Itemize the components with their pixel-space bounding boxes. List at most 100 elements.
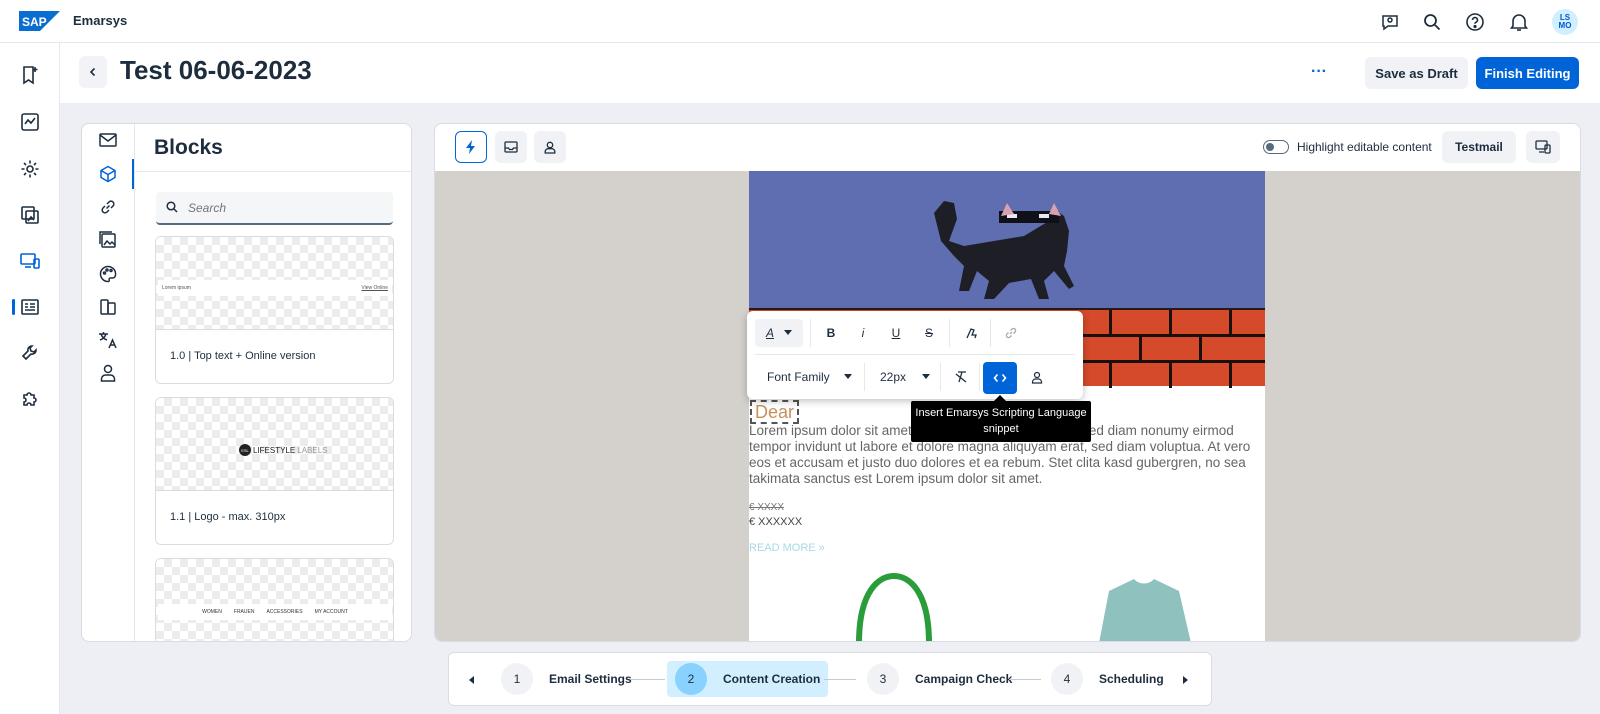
step-number: 3: [867, 663, 899, 695]
logo-thumb: ESL LIFESTYLE LABELS: [239, 444, 328, 456]
step-connector: [631, 679, 665, 680]
link-icon[interactable]: [96, 195, 120, 219]
text-color-button[interactable]: A: [755, 319, 803, 347]
personalization-button[interactable]: [1023, 363, 1051, 391]
form-icon[interactable]: [18, 295, 42, 319]
strikethrough-button[interactable]: S: [915, 319, 943, 347]
caret-down-icon: [784, 330, 792, 335]
clear-format-button[interactable]: [947, 363, 975, 391]
block-card[interactable]: Lorem ipsum View Online 1.0 | Top text +…: [155, 236, 394, 384]
caret-down-icon: [843, 374, 852, 379]
rich-text-toolbar: A B i U S Font Family 22px: [747, 311, 1083, 399]
format-painter-icon: [966, 328, 977, 339]
caret-down-icon: [922, 374, 931, 379]
preview-button[interactable]: [1526, 131, 1560, 163]
person-icon[interactable]: [96, 361, 120, 385]
blocks-panel: Blocks Lorem ipsum View Online 1.0 | Top…: [81, 123, 412, 642]
logo-text: LIFESTYLE: [253, 445, 296, 455]
thumb-link: View Online: [361, 285, 388, 291]
text-color-glyph: A: [765, 326, 774, 340]
chat-icon[interactable]: [1378, 10, 1402, 34]
block-card[interactable]: ESL LIFESTYLE LABELS 1.1 | Logo - max. 31…: [155, 397, 394, 545]
lightning-icon: [466, 140, 475, 154]
search-input[interactable]: [188, 198, 383, 218]
analytics-icon[interactable]: [18, 110, 42, 134]
wrench-icon[interactable]: [18, 341, 42, 365]
font-size-select[interactable]: 22px: [880, 363, 940, 391]
read-more-link[interactable]: READ MORE »: [749, 542, 825, 554]
translate-icon[interactable]: [96, 328, 120, 352]
search-icon: [166, 201, 178, 213]
bell-icon[interactable]: [1507, 10, 1531, 34]
person-button[interactable]: [534, 131, 566, 163]
menu-thumb: WOMEN FRAUEN ACCESSORIES MY ACCOUNT: [158, 604, 392, 620]
page-header: Test 06-06-2023 ··· Save as Draft Finish…: [60, 43, 1600, 103]
cube-icon[interactable]: [96, 162, 120, 186]
menu-thumb-item: MY ACCOUNT: [314, 609, 348, 615]
new-price[interactable]: € XXXXXX: [749, 516, 802, 528]
underline-button[interactable]: U: [882, 319, 910, 347]
format-painter-button[interactable]: [957, 319, 985, 347]
step-content-creation[interactable]: 2 Content Creation: [667, 661, 829, 697]
insert-esl-snippet-button[interactable]: [983, 362, 1017, 394]
menu-thumb-item: WOMEN: [202, 609, 222, 615]
bold-button[interactable]: B: [817, 319, 845, 347]
sap-logo[interactable]: SAP: [19, 11, 60, 31]
old-price[interactable]: € XXXX: [749, 502, 784, 513]
block-thumbnail: Lorem ipsum View Online: [156, 237, 393, 330]
thumb-strip: Lorem ipsum View Online: [158, 280, 392, 296]
step-scheduling[interactable]: 4 Scheduling: [1043, 661, 1172, 697]
step-label: Email Settings: [549, 672, 632, 686]
layout-icon[interactable]: [96, 295, 120, 319]
palette-icon[interactable]: [96, 262, 120, 286]
dear-text[interactable]: Dear: [750, 400, 800, 424]
logo-mark: ESL: [239, 444, 251, 456]
blocks-divider: [135, 171, 411, 172]
lightning-button[interactable]: [455, 131, 487, 163]
block-card[interactable]: WOMEN FRAUEN ACCESSORIES MY ACCOUNT: [155, 558, 394, 641]
puzzle-icon[interactable]: [18, 387, 42, 411]
link-button[interactable]: [997, 319, 1025, 347]
step-label: Campaign Check: [915, 672, 1013, 686]
envelope-icon[interactable]: [96, 128, 120, 152]
thumb-text: Lorem ipsum: [162, 285, 191, 291]
bag-product-image: [856, 572, 932, 641]
nav-active-indicator: [12, 299, 15, 315]
back-button[interactable]: [79, 56, 107, 88]
search-icon[interactable]: [1420, 10, 1444, 34]
logo-suffix: LABELS: [297, 445, 328, 455]
caret-right-icon: [1183, 676, 1188, 684]
person-icon: [1031, 371, 1043, 384]
save-draft-button[interactable]: Save as Draft: [1365, 57, 1468, 89]
bookmark-icon[interactable]: [18, 63, 42, 87]
testmail-button[interactable]: Testmail: [1442, 131, 1516, 163]
step-label: Scheduling: [1099, 672, 1164, 686]
inbox-button[interactable]: [495, 131, 527, 163]
finish-editing-button[interactable]: Finish Editing: [1476, 57, 1579, 89]
italic-button[interactable]: i: [849, 319, 877, 347]
blocks-title: Blocks: [154, 136, 223, 159]
clear-format-icon: [955, 371, 967, 383]
caret-left-icon: [469, 676, 474, 684]
highlight-toggle[interactable]: [1263, 140, 1289, 154]
product-name: Emarsys: [73, 13, 128, 28]
link-icon: [1005, 327, 1017, 339]
stepper-next-button[interactable]: [1177, 672, 1193, 688]
images-icon[interactable]: [96, 228, 120, 252]
shell-bar: SAP Emarsys LS MO: [0, 0, 1600, 43]
avatar[interactable]: LS MO: [1552, 9, 1578, 35]
hero-image[interactable]: [749, 171, 1265, 308]
blocks-search: [156, 192, 393, 225]
step-email-settings[interactable]: 1 Email Settings: [493, 661, 640, 697]
stepper-prev-button[interactable]: [464, 672, 480, 688]
more-options-button[interactable]: ···: [1305, 58, 1333, 86]
step-campaign-check[interactable]: 3 Campaign Check: [859, 661, 1020, 697]
step-number: 1: [501, 663, 533, 695]
step-connector: [1009, 679, 1041, 680]
image-icon[interactable]: [18, 203, 42, 227]
channels-icon[interactable]: [18, 249, 42, 273]
help-icon[interactable]: [1463, 10, 1487, 34]
font-family-select[interactable]: Font Family: [767, 363, 857, 391]
person-icon: [544, 141, 556, 154]
settings-icon[interactable]: [18, 157, 42, 181]
